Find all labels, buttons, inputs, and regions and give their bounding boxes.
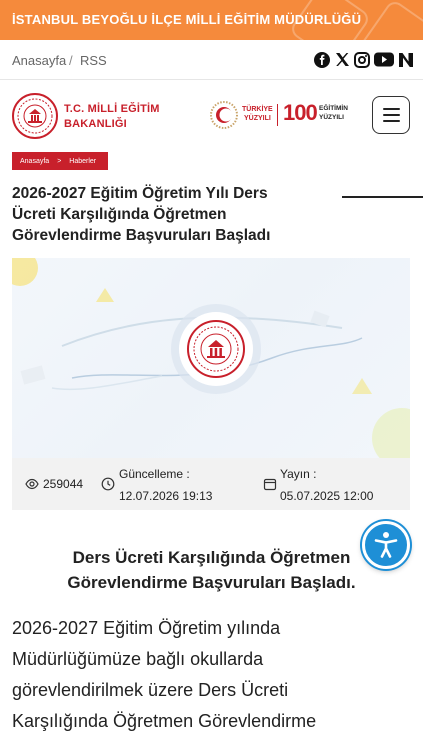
article-hero-image — [12, 258, 410, 458]
accessibility-button[interactable] — [362, 521, 410, 569]
article-body-line: 2026-2027 Eğitim Öğretim yılında — [12, 618, 281, 638]
breadcrumb-separator: / — [69, 53, 73, 68]
nav-link-home[interactable]: Anasayfa — [12, 53, 66, 68]
breadcrumb-home-link[interactable]: Anasayfa — [20, 158, 49, 165]
top-banner: İSTANBUL BEYOĞLU İLÇE MİLLİ EĞİTİM MÜDÜR… — [0, 0, 423, 40]
article-title: 2026-2027 Eğitim Öğretim Yılı Ders Ücret… — [12, 183, 302, 246]
turkiye-yuzyili-logo: TÜRKİYE YÜZYILI 100 EĞİTİMİN YÜZYILI — [209, 98, 352, 132]
article-meta-bar: 259044 Güncelleme : 12.07.2026 19:13 Yay… — [12, 458, 410, 510]
youtube-icon[interactable] — [373, 51, 395, 68]
view-count: 259044 — [43, 477, 84, 491]
article-subtitle-line: Görevlendirme Başvuruları Başladı. — [67, 573, 356, 592]
instagram-icon[interactable] — [353, 51, 370, 68]
utility-nav: Anasayfa / RSS — [0, 40, 423, 80]
logo-divider — [277, 104, 278, 126]
article-body-line: görevlendirilmek üzere Ders Ücreti — [12, 680, 289, 700]
directorate-name[interactable]: İSTANBUL BEYOĞLU İLÇE MİLLİ EĞİTİM MÜDÜR… — [12, 12, 361, 27]
sun-emblem-icon — [210, 101, 238, 129]
article-title-line: Görevlendirme Başvuruları Başladı — [12, 227, 271, 244]
menu-icon-bar — [383, 108, 400, 110]
facebook-icon[interactable] — [313, 51, 330, 68]
article-title-line: 2026-2027 Eğitim Öğretim Yılı Ders — [12, 185, 268, 202]
meb-logo-text-line1[interactable]: T.C. MİLLİ EĞİTİM — [64, 103, 160, 115]
meb-seal-icon — [187, 320, 245, 378]
breadcrumb-section-link[interactable]: Haberler — [69, 158, 96, 165]
nsosyal-icon[interactable] — [397, 51, 414, 68]
published-label: Yayın : — [280, 467, 317, 481]
hamburger-menu-button[interactable] — [372, 96, 410, 134]
calendar-icon — [263, 478, 277, 491]
menu-icon-bar — [383, 114, 400, 116]
clock-icon — [101, 477, 115, 491]
nav-link-rss[interactable]: RSS — [80, 53, 107, 68]
article-subtitle-line: Ders Ücreti Karşılığında Öğretmen — [72, 548, 351, 567]
published-date: 05.07.2025 12:00 — [280, 489, 374, 503]
updated-label: Güncelleme : — [119, 467, 190, 481]
turkiye-label: TÜRKİYE — [242, 106, 273, 113]
egitimin-label: EĞİTİMİN — [319, 105, 348, 112]
article-body-line: Müdürlüğümüze bağlı okullarda — [12, 649, 264, 669]
page-breadcrumb: Anasayfa > Haberler — [12, 152, 108, 170]
menu-icon-bar — [383, 120, 400, 122]
accessibility-icon — [374, 532, 398, 558]
title-divider — [342, 196, 423, 198]
yuzyil-number: 100 — [283, 100, 318, 125]
eye-icon — [25, 478, 39, 490]
article-title-line: Ücreti Karşılığında Öğretmen — [12, 206, 227, 223]
updated-date: 12.07.2026 19:13 — [119, 489, 213, 503]
meb-logo-text-line2[interactable]: BAKANLIĞI — [64, 118, 127, 130]
meb-logo-seal[interactable] — [12, 93, 58, 139]
article-body-line: Karşılığında Öğretmen Görevlendirme — [12, 711, 317, 731]
egitimin-yuzyili-label: YÜZYILI — [319, 114, 344, 121]
yuzyili-label: YÜZYILI — [244, 115, 271, 122]
breadcrumb-arrow: > — [57, 157, 62, 165]
x-icon[interactable] — [334, 51, 351, 68]
